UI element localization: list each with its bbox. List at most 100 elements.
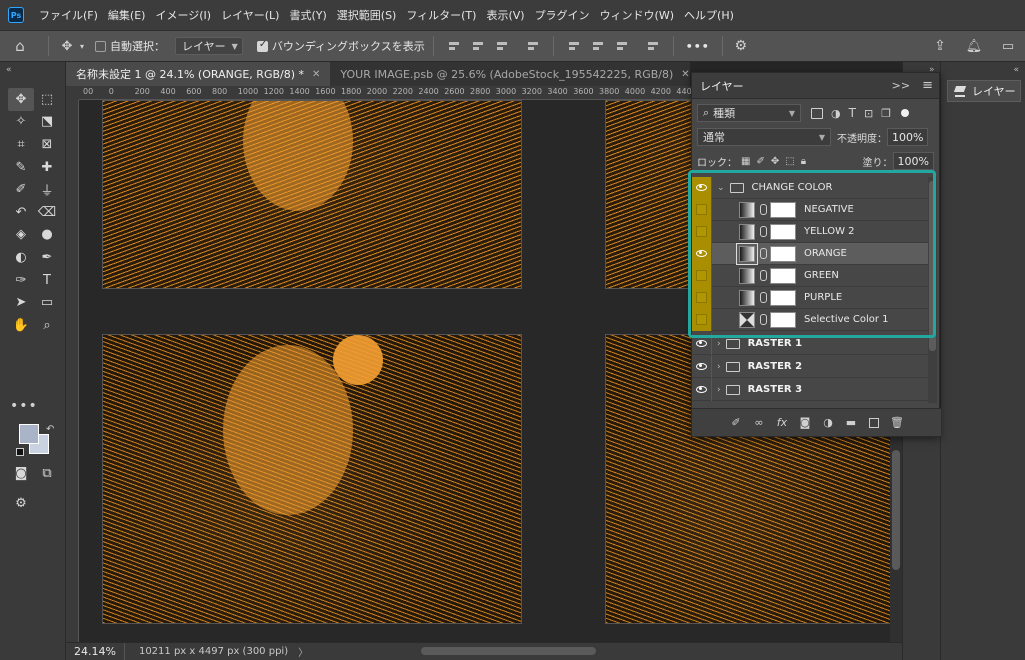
- chevron-down-icon[interactable]: ▾: [77, 42, 87, 51]
- collapse-icon[interactable]: «: [6, 65, 12, 75]
- smart-object-filter-icon[interactable]: ❐: [881, 107, 891, 120]
- align-horizontal-center-icon[interactable]: [471, 39, 485, 53]
- visibility-toggle[interactable]: [692, 176, 712, 199]
- layer-row-change-color[interactable]: ⌄ CHANGE COLOR: [692, 176, 928, 199]
- auto-select-option[interactable]: 自動選択：: [95, 38, 165, 54]
- chevron-right-icon[interactable]: ›: [717, 339, 721, 349]
- close-icon[interactable]: ✕: [681, 69, 689, 80]
- layer-row-selective-color-1[interactable]: Selective Color 1: [692, 308, 928, 331]
- eraser-icon[interactable]: ⌫: [34, 201, 60, 224]
- tab-document-2[interactable]: YOUR IMAGE.psb @ 25.6% (AdobeStock_19554…: [330, 62, 699, 86]
- bounding-box-checkbox[interactable]: [256, 39, 268, 52]
- opacity-input[interactable]: 100%: [887, 128, 929, 146]
- align-vertical-center-icon[interactable]: [591, 39, 605, 53]
- workspace-icon[interactable]: ▭: [991, 39, 1025, 54]
- panel-collapse-icon[interactable]: >>: [892, 79, 910, 92]
- visibility-toggle[interactable]: [692, 355, 712, 378]
- menu-image[interactable]: イメージ(I): [150, 7, 216, 23]
- tab-document-1[interactable]: 名称未設定 1 @ 24.1% (ORANGE, RGB/8) * ✕: [66, 62, 331, 86]
- trash-icon[interactable]: 🗑︎: [890, 416, 904, 430]
- shape-filter-icon[interactable]: ⊡: [864, 107, 873, 120]
- screen-mode-icon[interactable]: ⧉: [34, 462, 60, 485]
- blur-tool-icon[interactable]: ●: [34, 224, 60, 247]
- pixel-filter-icon[interactable]: [811, 107, 823, 119]
- rectangle-tool-icon[interactable]: ▭: [34, 291, 60, 314]
- align-left-icon[interactable]: [447, 39, 461, 53]
- lock-artboard-icon[interactable]: ⬚: [785, 156, 794, 167]
- blend-mode-dropdown[interactable]: 通常 ▼: [697, 128, 831, 146]
- layer-row-raster-1[interactable]: › RASTER 1: [692, 332, 928, 355]
- visibility-toggle[interactable]: [692, 220, 712, 243]
- more-options-button[interactable]: •••: [686, 40, 710, 53]
- layer-row-green[interactable]: GREEN: [692, 264, 928, 287]
- menu-window[interactable]: ウィンドウ(W): [595, 7, 679, 23]
- paint-bucket-icon[interactable]: ◈: [8, 224, 34, 247]
- menu-select[interactable]: 選択範囲(S): [332, 7, 402, 23]
- menu-file[interactable]: ファイル(F): [34, 7, 103, 23]
- mask-thumbnail[interactable]: [770, 223, 796, 240]
- type-filter-icon[interactable]: T: [849, 106, 856, 120]
- gear-icon[interactable]: ⚙: [731, 38, 751, 54]
- align-right-icon[interactable]: [495, 39, 509, 53]
- status-arrow-icon[interactable]: 〉: [298, 644, 308, 659]
- lock-position-icon[interactable]: ✥: [771, 156, 779, 167]
- clone-stamp-icon[interactable]: ⏚: [34, 178, 60, 201]
- dodge-tool-icon[interactable]: ◐: [8, 246, 34, 269]
- zoom-tool-icon[interactable]: ⌕: [34, 314, 60, 337]
- bell-icon[interactable]: 🔔︎: [957, 39, 991, 54]
- link-layers-icon[interactable]: ∞: [752, 416, 766, 430]
- new-layer-icon[interactable]: [867, 416, 881, 430]
- mask-thumbnail[interactable]: [770, 201, 796, 218]
- menu-plugins[interactable]: プラグイン: [530, 7, 595, 23]
- mask-thumbnail[interactable]: [770, 245, 796, 262]
- default-colors-icon[interactable]: [16, 448, 24, 456]
- add-mask-icon[interactable]: ◙: [798, 416, 812, 430]
- fx-icon[interactable]: fx: [775, 416, 789, 430]
- type-tool-icon[interactable]: T: [34, 269, 60, 292]
- brush-tool-icon[interactable]: ✐: [8, 178, 34, 201]
- pen-tool-icon-2[interactable]: ✑: [8, 269, 34, 292]
- zoom-level[interactable]: 24.14%: [66, 642, 125, 660]
- foreground-color-swatch[interactable]: [19, 424, 39, 444]
- object-select-icon[interactable]: ⬔: [34, 111, 60, 134]
- menu-view[interactable]: 表示(V): [481, 7, 529, 23]
- swap-colors-icon[interactable]: ↶: [46, 424, 54, 435]
- healing-brush-icon[interactable]: ✚: [34, 156, 60, 179]
- visibility-toggle[interactable]: [692, 308, 712, 331]
- marquee-tool-icon[interactable]: ⬚: [34, 88, 60, 111]
- mask-thumbnail[interactable]: [770, 311, 796, 328]
- auto-select-target-dropdown[interactable]: レイヤー ▼: [175, 37, 243, 55]
- visibility-toggle[interactable]: [692, 198, 712, 221]
- menu-type[interactable]: 書式(Y): [284, 7, 331, 23]
- mask-thumbnail[interactable]: [770, 289, 796, 306]
- adjustment-filter-icon[interactable]: ◑: [831, 107, 841, 120]
- scrollbar-thumb[interactable]: [929, 181, 936, 351]
- visibility-toggle[interactable]: [692, 242, 712, 265]
- chevron-right-icon[interactable]: ›: [717, 362, 721, 372]
- share-icon[interactable]: ⇪: [923, 38, 957, 54]
- pen-tool-icon[interactable]: ✒: [34, 246, 60, 269]
- fill-input[interactable]: 100%: [892, 152, 934, 170]
- menu-edit[interactable]: 編集(E): [103, 7, 151, 23]
- horizontal-scrollbar-thumb[interactable]: [421, 647, 596, 655]
- edit-toolbar-icon[interactable]: •••: [10, 398, 38, 414]
- menu-help[interactable]: ヘルプ(H): [679, 7, 739, 23]
- photoshop-logo-icon[interactable]: Ps: [8, 7, 24, 23]
- eyedropper-icon[interactable]: ✎: [8, 156, 34, 179]
- lock-all-icon[interactable]: 🔒︎: [801, 156, 806, 167]
- panel-menu-icon[interactable]: ≡: [922, 78, 933, 93]
- menu-layer[interactable]: レイヤー(L): [216, 7, 284, 23]
- layer-row-raster-3[interactable]: › RASTER 3: [692, 378, 928, 401]
- align-bottom-icon[interactable]: [615, 39, 629, 53]
- hand-tool-icon[interactable]: ✋: [8, 314, 34, 337]
- bounding-box-option[interactable]: バウンディングボックスを表示: [256, 38, 425, 54]
- auto-select-checkbox[interactable]: [95, 40, 106, 52]
- brush-icon[interactable]: ✐: [729, 416, 743, 430]
- layer-filter-dropdown[interactable]: ⌕ 種類 ▼: [697, 104, 801, 122]
- mask-thumbnail[interactable]: [770, 267, 796, 284]
- lock-transparent-icon[interactable]: ▦: [741, 156, 750, 167]
- home-icon[interactable]: ⌂: [0, 37, 40, 55]
- lock-pixels-icon[interactable]: ✐: [756, 156, 764, 167]
- visibility-toggle[interactable]: [692, 332, 712, 355]
- artboard-top-left[interactable]: [102, 100, 522, 289]
